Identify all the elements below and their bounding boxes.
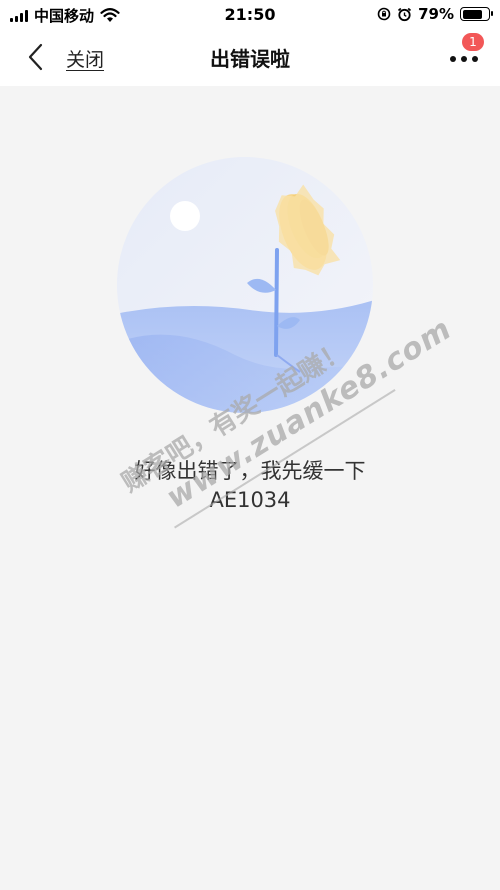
sun [170,201,200,231]
battery-percent: 79% [418,5,454,23]
navigation-bar: 关闭 出错误啦 [0,30,500,86]
error-illustration [117,157,373,413]
notification-badge: 1 [462,33,484,51]
alarm-icon [398,7,412,21]
battery-icon [460,7,493,21]
status-bar: 中国移动 21:50 79% [0,0,500,30]
more-button[interactable] [448,50,482,74]
more-dots-icon [450,56,478,62]
status-right: 79% [377,5,493,23]
error-code: AE1034 [209,488,291,512]
orientation-lock-icon [377,7,391,21]
flower-stem [274,248,279,357]
page-title: 出错误啦 [210,47,290,71]
battery-fill [462,9,483,19]
error-message: 好像出错了，我先缓一下 [134,459,366,483]
